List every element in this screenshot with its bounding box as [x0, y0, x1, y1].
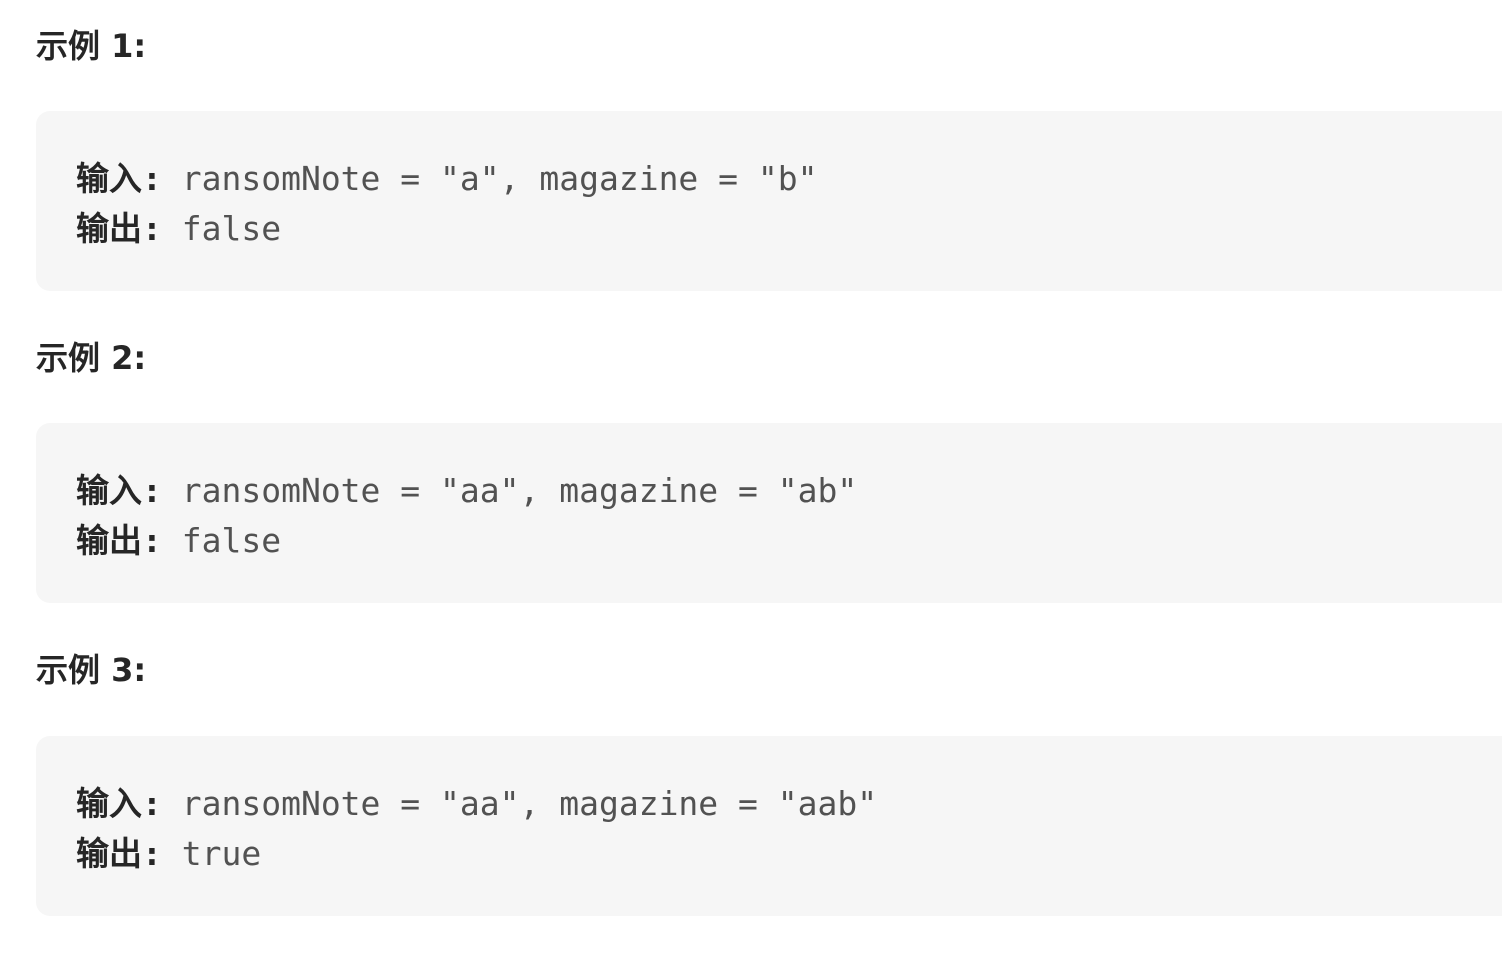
example-code-block: 输入: ransomNote = "a", magazine = "b" 输出:…	[36, 111, 1502, 291]
output-label: 输出	[76, 834, 142, 873]
output-line: 输出: false	[76, 204, 1502, 254]
input-line: 输入: ransomNote = "a", magazine = "b"	[76, 154, 1502, 204]
input-label: 输入	[76, 784, 142, 823]
output-value: false	[161, 521, 282, 560]
input-colon: :	[142, 159, 162, 198]
input-line: 输入: ransomNote = "aa", magazine = "aab"	[76, 779, 1502, 829]
example-heading: 示例 1:	[36, 27, 147, 65]
input-value: ransomNote = "aa", magazine = "aab"	[161, 784, 878, 823]
output-colon: :	[142, 834, 162, 873]
output-value: true	[161, 834, 262, 873]
input-line: 输入: ransomNote = "aa", magazine = "ab"	[76, 466, 1502, 516]
input-label: 输入	[76, 159, 142, 198]
output-line: 输出: false	[76, 516, 1502, 566]
problem-examples: 示例 1: 输入: ransomNote = "a", magazine = "…	[0, 0, 1502, 963]
output-value: false	[161, 209, 282, 248]
example-heading: 示例 2:	[36, 339, 147, 377]
input-colon: :	[142, 784, 162, 823]
output-label: 输出	[76, 521, 142, 560]
output-label: 输出	[76, 209, 142, 248]
input-value: ransomNote = "a", magazine = "b"	[161, 159, 818, 198]
input-colon: :	[142, 471, 162, 510]
output-line: 输出: true	[76, 829, 1502, 879]
input-value: ransomNote = "aa", magazine = "ab"	[161, 471, 858, 510]
output-colon: :	[142, 521, 162, 560]
example-code-block: 输入: ransomNote = "aa", magazine = "ab" 输…	[36, 423, 1502, 603]
output-colon: :	[142, 209, 162, 248]
example-heading: 示例 3:	[36, 651, 147, 689]
input-label: 输入	[76, 471, 142, 510]
example-code-block: 输入: ransomNote = "aa", magazine = "aab" …	[36, 736, 1502, 916]
